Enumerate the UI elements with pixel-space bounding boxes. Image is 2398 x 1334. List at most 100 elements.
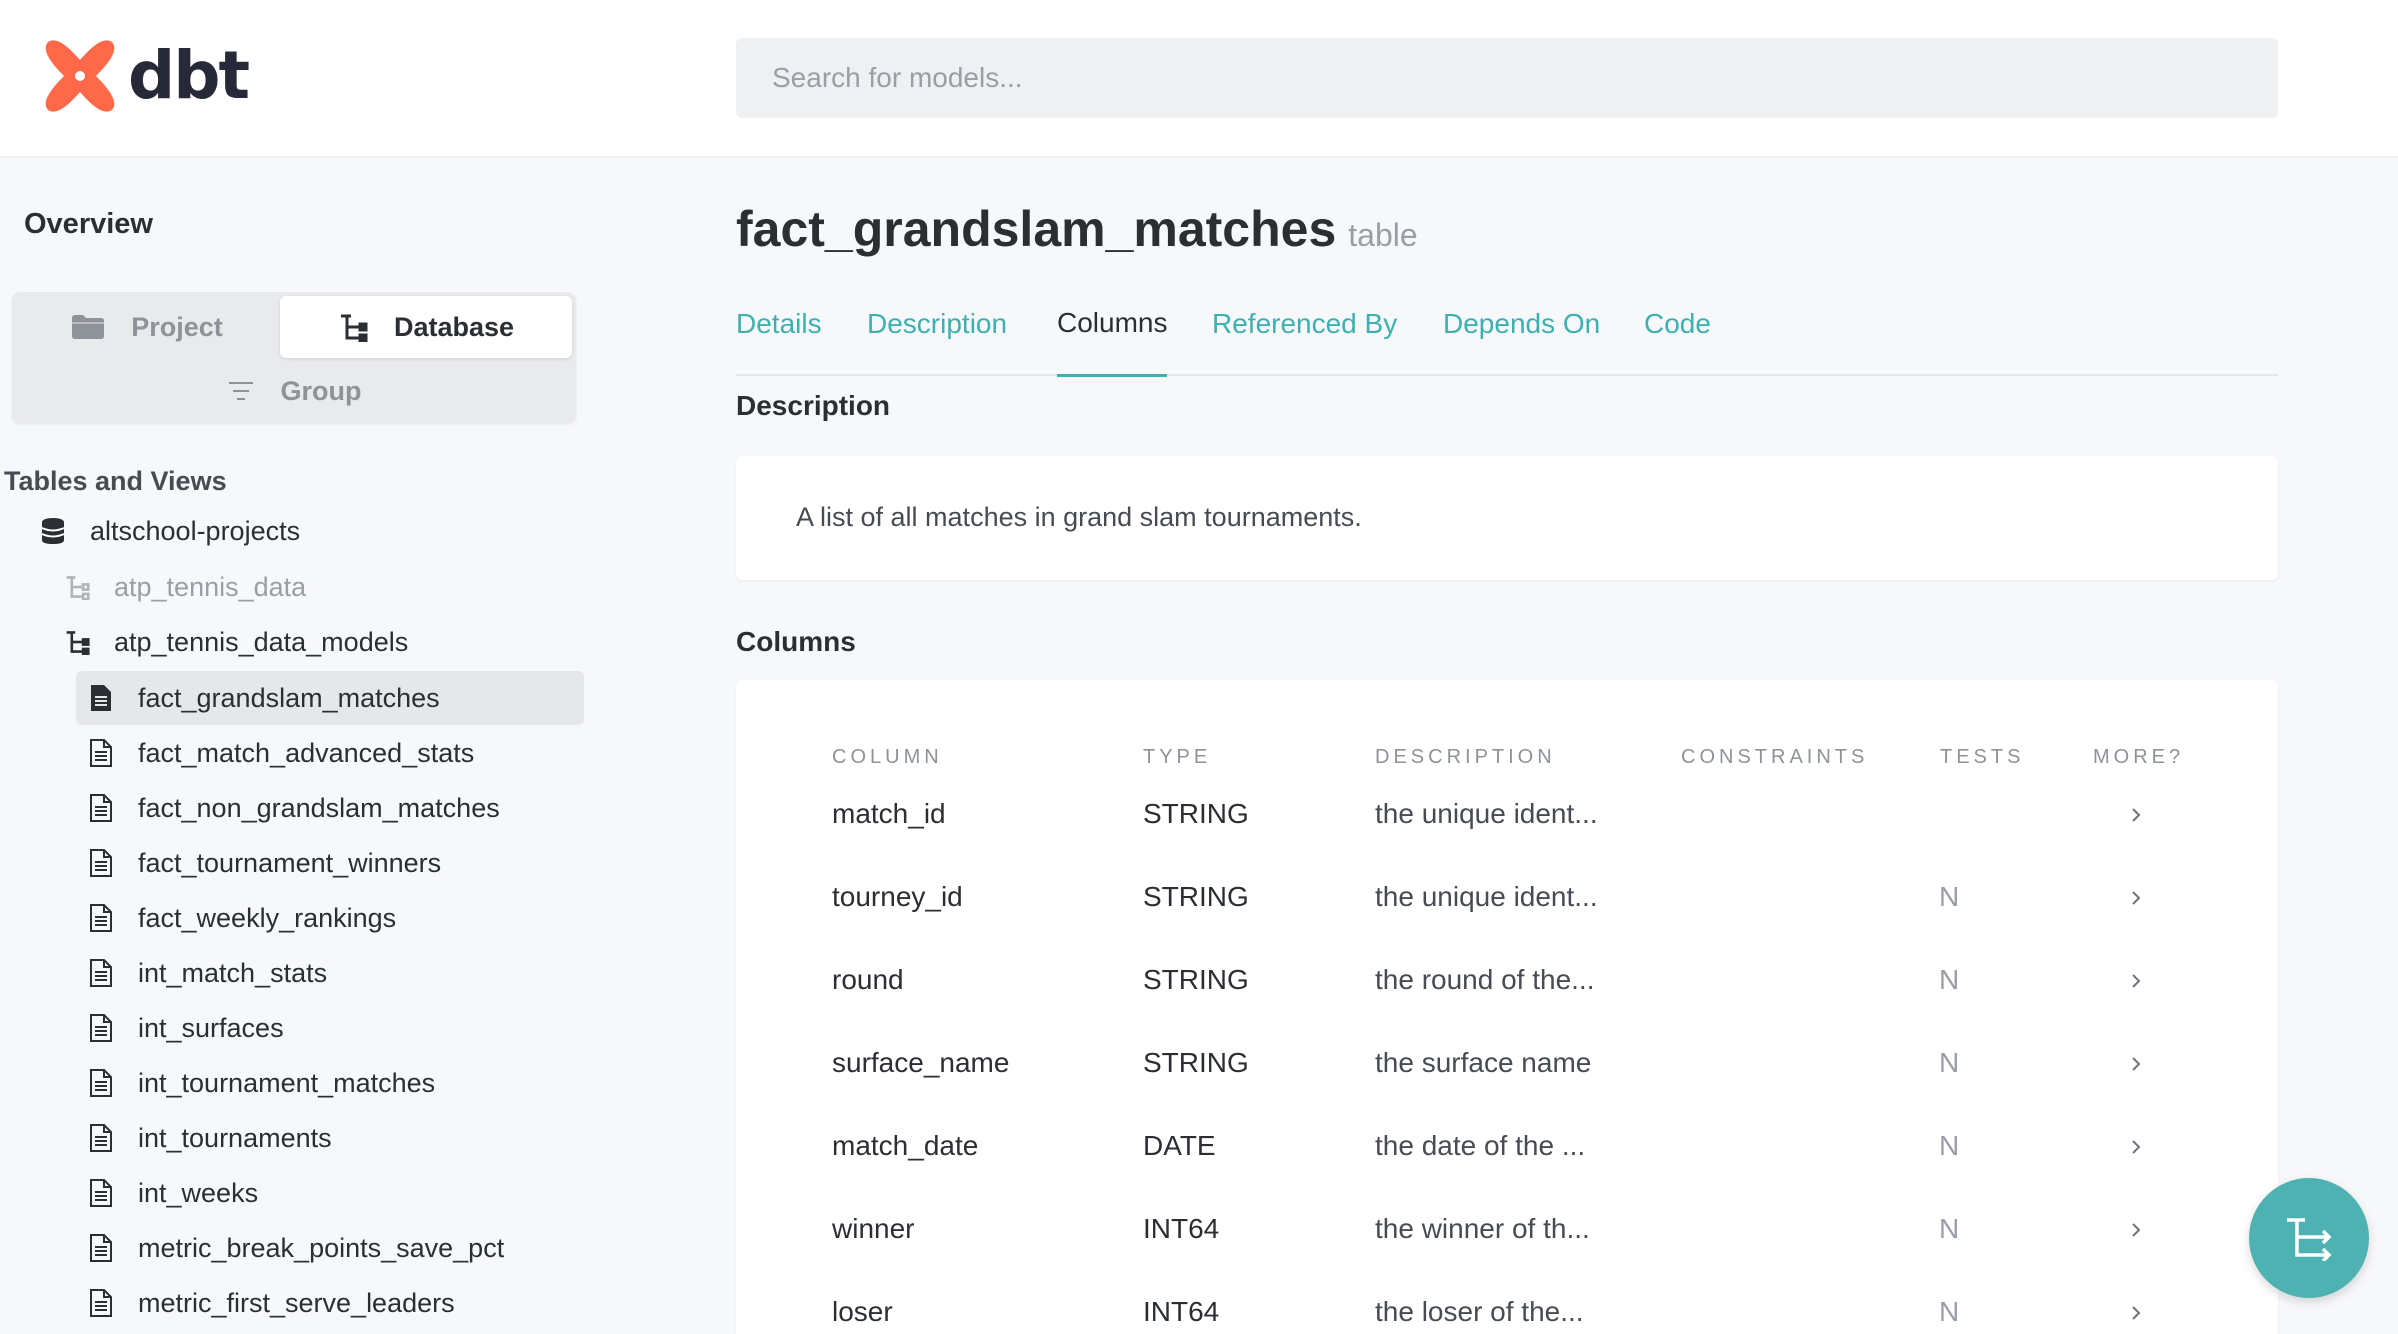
- tables-and-views-heading: Tables and Views: [4, 466, 227, 496]
- sidebar-model-item[interactable]: fact_weekly_rankings: [76, 891, 584, 945]
- cell-type: DATE: [1143, 1130, 1216, 1161]
- sidebar-model-label: int_weeks: [138, 1177, 259, 1208]
- sidebar-model-label: int_surfaces: [138, 1012, 284, 1043]
- cell-tests: N: [1939, 1296, 1960, 1327]
- chevron-right-icon[interactable]: [2130, 806, 2142, 824]
- chevron-right-icon[interactable]: [2130, 1304, 2142, 1322]
- sidebar-model-item[interactable]: metric_first_serve_leaders: [76, 1276, 584, 1330]
- file-icon: [88, 1289, 114, 1317]
- sidebar-model-item[interactable]: fact_non_grandslam_matches: [76, 781, 584, 835]
- cell-column: surface_name: [832, 1047, 1010, 1078]
- col-header-constraints: CONSTRAINTS: [1681, 746, 1869, 768]
- cell-description: the round of the...: [1375, 964, 1595, 995]
- file-icon: [88, 1234, 114, 1262]
- sidebar-model-item[interactable]: fact_grandslam_matches: [76, 671, 584, 725]
- sidebar-model-label: fact_non_grandslam_matches: [138, 792, 500, 823]
- folder-icon: [71, 314, 105, 340]
- sidebar-model-item[interactable]: int_surfaces: [76, 1001, 584, 1055]
- tab-columns[interactable]: Columns: [1057, 272, 1168, 377]
- overview-link[interactable]: Overview: [24, 208, 153, 241]
- tab-description[interactable]: Description: [867, 272, 1007, 376]
- cell-type: STRING: [1143, 798, 1249, 829]
- col-header-more: MORE?: [2093, 746, 2185, 768]
- sidebar-model-item[interactable]: int_match_stats: [76, 946, 584, 1000]
- tab-depends-on[interactable]: Depends On: [1443, 272, 1600, 376]
- toggle-group-label: Group: [280, 375, 362, 406]
- tree-schema-atp-tennis-data-models[interactable]: atp_tennis_data_models: [64, 615, 408, 669]
- materialization-badge: table: [1348, 217, 1418, 253]
- columns-heading: Columns: [736, 626, 856, 657]
- toggle-group-button[interactable]: Group: [16, 360, 572, 422]
- search-input[interactable]: [736, 38, 2278, 118]
- chevron-right-icon[interactable]: [2130, 1055, 2142, 1073]
- cell-column: loser: [832, 1296, 893, 1327]
- cell-tests: N: [1939, 964, 1960, 995]
- sidebar-model-label: metric_first_serve_leaders: [138, 1287, 455, 1318]
- sidebar-model-label: int_tournaments: [138, 1122, 332, 1153]
- chevron-right-icon[interactable]: [2130, 1138, 2142, 1156]
- col-header-description: DESCRIPTION: [1375, 746, 1556, 768]
- col-header-tests: TESTS: [1940, 746, 2025, 768]
- file-icon: [88, 849, 114, 877]
- cell-description: the surface name: [1375, 1047, 1592, 1078]
- tab-referenced-by[interactable]: Referenced By: [1212, 272, 1397, 376]
- chevron-right-icon[interactable]: [2130, 1221, 2142, 1239]
- cell-description: the unique ident...: [1375, 798, 1598, 829]
- columns-table: COLUMN TYPE DESCRIPTION CONSTRAINTS TEST…: [736, 680, 2278, 1334]
- sidebar-model-label: fact_tournament_winners: [138, 847, 442, 878]
- col-header-type: TYPE: [1143, 746, 1212, 768]
- schema-tree-icon: [64, 574, 90, 600]
- filter-lines-icon: [227, 380, 255, 402]
- sidebar-model-item[interactable]: int_tournament_matches: [76, 1056, 584, 1110]
- cell-column: winner: [832, 1213, 915, 1244]
- view-toggle: Project Database Group: [12, 292, 576, 422]
- schema-tree-icon: [338, 312, 368, 342]
- cell-description: the date of the ...: [1375, 1130, 1586, 1161]
- toggle-project-button[interactable]: Project: [16, 296, 278, 358]
- tab-code[interactable]: Code: [1644, 272, 1711, 376]
- chevron-right-icon[interactable]: [2130, 889, 2142, 907]
- lineage-graph-button[interactable]: [2249, 1178, 2369, 1298]
- cell-description: the winner of th...: [1375, 1213, 1590, 1244]
- file-icon: [88, 1124, 114, 1152]
- page-title: fact_grandslam_matches: [736, 201, 1337, 257]
- file-icon: [88, 794, 114, 822]
- chevron-right-icon[interactable]: [2130, 972, 2142, 990]
- file-icon: [88, 904, 114, 932]
- sidebar-model-item[interactable]: metric_break_points_save_pct: [76, 1221, 584, 1275]
- tab-bar: Details Description Columns Referenced B…: [736, 272, 2278, 377]
- cell-tests: N: [1939, 1130, 1960, 1161]
- sidebar-model-item[interactable]: int_tournaments: [76, 1111, 584, 1165]
- file-icon: [88, 1179, 114, 1207]
- cell-type: STRING: [1143, 964, 1249, 995]
- cell-type: STRING: [1143, 881, 1249, 912]
- tab-details[interactable]: Details: [736, 272, 822, 376]
- cell-column: round: [832, 964, 904, 995]
- main-content: fact_grandslam_matches table Details Des…: [736, 160, 2278, 1334]
- dbt-logo[interactable]: dbt: [42, 37, 250, 114]
- sidebar-model-label: int_match_stats: [138, 957, 328, 988]
- sidebar-model-label: int_tournament_matches: [138, 1067, 436, 1098]
- cell-tests: N: [1939, 881, 1960, 912]
- tree-label: atp_tennis_data_models: [114, 626, 409, 657]
- file-icon: [88, 959, 114, 987]
- toggle-database-label: Database: [393, 311, 515, 342]
- dbt-wordmark: dbt: [128, 37, 250, 114]
- file-icon: [88, 739, 114, 767]
- tree-label: altschool-projects: [90, 515, 301, 546]
- sidebar-model-item[interactable]: fact_match_advanced_stats: [76, 726, 584, 780]
- tree-schema-atp-tennis-data[interactable]: atp_tennis_data: [64, 560, 306, 614]
- file-icon: [88, 1069, 114, 1097]
- description-heading: Description: [736, 390, 891, 421]
- sidebar-model-label: metric_break_points_save_pct: [138, 1232, 505, 1263]
- toggle-project-label: Project: [131, 311, 223, 342]
- toggle-database-button[interactable]: Database: [280, 296, 572, 358]
- model-title-row: fact_grandslam_matches table: [736, 200, 1418, 258]
- description-card: A list of all matches in grand slam tour…: [736, 456, 2278, 580]
- tree-database-altschool-projects[interactable]: altschool-projects: [40, 504, 300, 558]
- sidebar-model-item[interactable]: fact_tournament_winners: [76, 836, 584, 890]
- cell-column: tourney_id: [832, 881, 963, 912]
- top-header: dbt: [0, 0, 2398, 158]
- sidebar-model-item[interactable]: int_weeks: [76, 1166, 584, 1220]
- dbt-logo-icon: [45, 40, 115, 112]
